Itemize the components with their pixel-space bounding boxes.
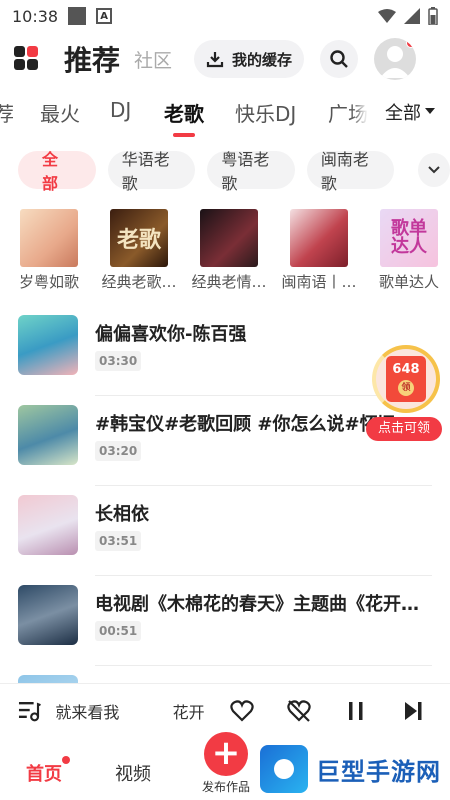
search-icon <box>330 50 348 68</box>
song-title: 电视剧《木棉花的春天》主题曲《花开… <box>95 594 419 615</box>
watermark-logo-icon <box>260 745 308 793</box>
song-cover <box>18 315 78 375</box>
red-envelope-icon: 648 领 <box>386 356 426 402</box>
tab-community[interactable]: 社区 <box>134 46 172 73</box>
nav-home[interactable]: 首页 <box>26 756 70 786</box>
filter-chips: 全部 华语老歌 粤语老歌 闽南老歌 <box>18 150 450 193</box>
tab-old-songs[interactable]: 老歌 <box>164 98 204 137</box>
my-cache-button[interactable]: 我的缓存 <box>194 40 305 78</box>
status-time: 10:38 <box>12 6 59 26</box>
playlist-cover <box>200 209 258 267</box>
song-duration: 00:51 <box>95 621 142 641</box>
publish-button[interactable]: + 发布作品 <box>198 732 254 795</box>
status-bar: 10:38 A <box>0 0 450 32</box>
wifi-icon <box>378 9 396 23</box>
chevron-down-icon <box>428 166 440 174</box>
notification-icon <box>68 7 87 25</box>
my-cache-label: 我的缓存 <box>232 50 293 69</box>
all-categories-button[interactable]: 全部 <box>370 92 450 132</box>
notification-dot <box>62 756 70 764</box>
broken-heart-icon <box>287 700 311 722</box>
playlist-item[interactable]: 闽南语丨… <box>281 209 357 292</box>
tab-happy-dj[interactable]: 快乐DJ <box>235 98 296 127</box>
song-duration: 03:20 <box>95 441 142 461</box>
tab-old-songs-label: 老歌 <box>164 102 204 126</box>
reward-progress-ring: 648 领 <box>372 345 440 413</box>
coin-icon: 领 <box>398 380 414 396</box>
battery-icon <box>428 7 438 25</box>
next-button[interactable] <box>395 692 432 730</box>
watermark: 巨型手游网 <box>260 744 446 794</box>
cover-text: 歌单达人 <box>391 218 427 257</box>
expand-chips-button[interactable] <box>418 153 450 187</box>
claim-reward-button[interactable]: 点击可领 <box>366 417 442 441</box>
red-packet-reward[interactable]: 648 领 点击可领 <box>366 345 442 445</box>
song-title: 偏偏喜欢你-陈百强 <box>95 324 247 345</box>
song-cover <box>18 405 78 465</box>
skip-next-icon <box>405 702 422 720</box>
chip-cantonese-oldies[interactable]: 粤语老歌 <box>207 150 295 193</box>
playlist-icon[interactable] <box>18 700 41 722</box>
song-cover <box>18 495 78 555</box>
playlist-item[interactable]: 老歌 经典老歌… <box>101 209 177 292</box>
top-header: 推荐 社区 我的缓存 <box>0 36 450 82</box>
tab-hot[interactable]: 最火 <box>40 98 80 127</box>
tab-recommend[interactable]: 推荐 <box>64 39 120 79</box>
pause-icon <box>349 702 363 720</box>
app-notification-icon: A <box>96 8 113 24</box>
song-duration: 03:30 <box>95 351 142 371</box>
playlist-cover <box>20 209 78 267</box>
song-cover <box>18 585 78 645</box>
playlist-row: 岁粤如歌 老歌 经典老歌… 经典老情… 闽南语丨… 歌单达人 歌单达人 <box>19 209 439 292</box>
caret-down-icon <box>425 108 435 114</box>
playlist-name: 歌单达人 <box>378 273 439 291</box>
playlist-item[interactable]: 岁粤如歌 <box>19 209 79 292</box>
avatar[interactable] <box>374 38 417 80</box>
playlist-cover: 歌单达人 <box>380 209 438 267</box>
song-duration: 03:51 <box>95 531 142 551</box>
playlist-cover: 老歌 <box>110 209 168 267</box>
app-logo-icon[interactable] <box>14 46 40 72</box>
tab-square[interactable]: 广场 <box>328 98 368 127</box>
song-row[interactable]: 长相依 03:51 <box>0 480 450 576</box>
download-icon <box>206 52 224 68</box>
mini-player: 就来看我 花开 <box>0 684 450 738</box>
cover-text: 老歌 <box>116 228 161 253</box>
search-button[interactable] <box>320 40 359 78</box>
bottom-nav: 首页 视频 + 发布作品 巨型手游网 <box>0 732 450 800</box>
category-tabs: 荐 最火 DJ 老歌 快乐DJ 广场 全部 <box>0 92 450 137</box>
like-button[interactable] <box>224 692 261 730</box>
playlist-item[interactable]: 歌单达人 歌单达人 <box>379 209 439 292</box>
nav-home-label: 首页 <box>26 764 62 785</box>
playlist-item[interactable]: 经典老情… <box>191 209 267 292</box>
plus-icon: + <box>204 732 248 776</box>
signal-icon <box>404 8 420 24</box>
playlist-cover <box>290 209 348 267</box>
playlist-label[interactable]: 就来看我 <box>55 699 172 723</box>
nav-video[interactable]: 视频 <box>115 760 151 786</box>
chip-minnan-oldies[interactable]: 闽南老歌 <box>306 150 395 193</box>
chip-mandarin-oldies[interactable]: 华语老歌 <box>107 150 196 193</box>
active-tab-indicator <box>173 133 195 137</box>
playlist-name: 经典老情… <box>191 273 267 291</box>
song-title: 长相依 <box>95 504 149 525</box>
playlist-name: 闽南语丨… <box>281 273 357 291</box>
notification-dot <box>406 38 417 48</box>
song-row[interactable]: 电视剧《木棉花的春天》主题曲《花开… 00:51 <box>0 570 450 666</box>
reward-amount: 648 <box>392 362 420 377</box>
tab-dj[interactable]: DJ <box>110 98 131 122</box>
publish-label: 发布作品 <box>201 780 250 794</box>
watermark-text: 巨型手游网 <box>316 757 441 786</box>
now-playing-title[interactable]: 花开 <box>173 699 212 723</box>
playlist-name: 岁粤如歌 <box>18 273 79 291</box>
dislike-button[interactable] <box>281 692 318 730</box>
chip-all[interactable]: 全部 <box>18 150 96 193</box>
pause-button[interactable] <box>338 692 375 730</box>
heart-icon <box>230 700 254 722</box>
playlist-name: 经典老歌… <box>101 273 177 291</box>
tab-recommend-cut[interactable]: 荐 <box>0 98 14 127</box>
all-categories-label: 全部 <box>385 103 421 124</box>
